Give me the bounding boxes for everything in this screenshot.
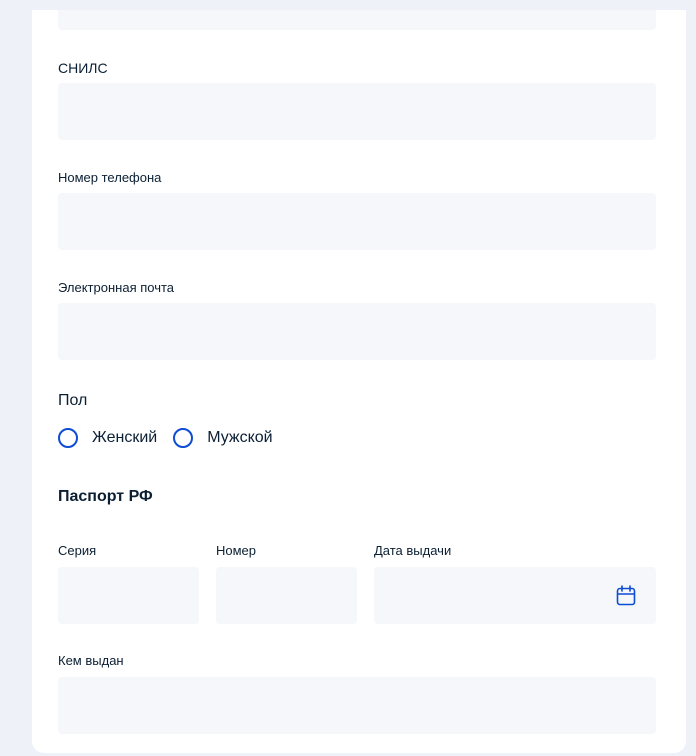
gender-female-radio[interactable]: [58, 428, 78, 448]
gender-male-option[interactable]: Мужской: [173, 428, 273, 448]
issued-by-input[interactable]: [58, 677, 656, 734]
phone-input[interactable]: [58, 193, 656, 250]
issue-date-input[interactable]: [374, 567, 656, 624]
calendar-icon[interactable]: [616, 585, 636, 607]
snils-input[interactable]: [58, 83, 656, 140]
series-label: Серия: [58, 543, 97, 558]
gender-female-option[interactable]: Женский: [58, 428, 157, 448]
passport-heading: Паспорт РФ: [58, 488, 153, 505]
gender-label: Пол: [58, 392, 88, 409]
issue-date-label: Дата выдачи: [374, 543, 452, 558]
number-label: Номер: [216, 543, 257, 558]
gender-male-radio[interactable]: [173, 428, 194, 448]
gender-female-label: Женский: [92, 429, 158, 446]
series-input[interactable]: [58, 567, 199, 624]
snils-label: СНИЛС: [58, 60, 108, 76]
previous-field-input[interactable]: [58, 10, 656, 30]
form-card: СНИЛС Номер телефона Электронная почта П…: [32, 10, 686, 753]
email-label: Электронная почта: [58, 280, 175, 295]
gender-male-label: Мужской: [207, 429, 273, 446]
issued-by-label: Кем выдан: [58, 653, 124, 668]
phone-label: Номер телефона: [58, 170, 162, 185]
gender-radio-group: Женский Мужской: [58, 428, 289, 448]
number-input[interactable]: [216, 567, 357, 624]
email-input[interactable]: [58, 303, 656, 360]
